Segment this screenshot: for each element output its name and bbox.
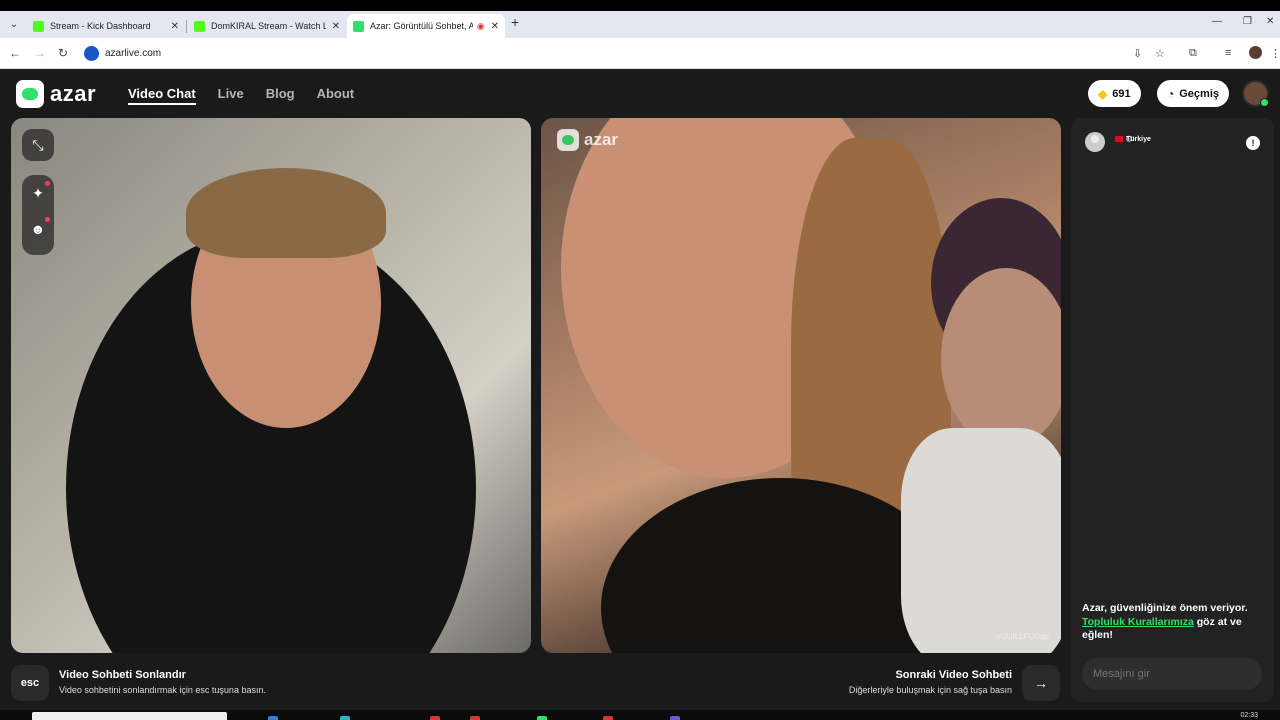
shrink-icon: ⤡ bbox=[32, 136, 44, 153]
sparkle-icon: ✦ bbox=[32, 184, 44, 201]
country-label: Türkiye bbox=[1126, 136, 1151, 143]
tab-search-chevron-icon[interactable]: ⌄ bbox=[5, 16, 23, 34]
remote-video-feed: azar oQUILLFUGgs bbox=[541, 118, 1061, 653]
right-arrow-icon: → bbox=[1034, 675, 1048, 691]
tab-divider bbox=[186, 20, 187, 33]
taskbar-app-icon[interactable] bbox=[470, 716, 480, 720]
online-status-dot bbox=[1260, 98, 1269, 107]
browser-tab-strip: ⌄ Stream - Kick Dashboard ✕ DomKIRAL Str… bbox=[0, 11, 1280, 38]
gem-icon: ◆ bbox=[1098, 86, 1108, 101]
gems-balance-button[interactable]: ◆ 691 bbox=[1088, 80, 1141, 107]
taskbar-clock: 02:33 bbox=[1240, 712, 1258, 719]
partner-avatar[interactable] bbox=[1085, 132, 1105, 152]
tab-title: Azar: Görüntülü Sohbet, Ar bbox=[370, 21, 473, 31]
nav-video-chat[interactable]: Video Chat bbox=[128, 86, 196, 105]
kick-favicon-icon bbox=[33, 20, 44, 32]
taskbar-search-box[interactable] bbox=[32, 712, 227, 720]
chat-panel: ⚙ Türkiye ! Azar, güvenliğinize önem ver… bbox=[1071, 118, 1274, 702]
url-field[interactable]: azarlive.com bbox=[80, 42, 1180, 65]
user-avatar[interactable] bbox=[1242, 80, 1269, 107]
gems-count: 691 bbox=[1112, 87, 1131, 100]
url-text: azarlive.com bbox=[105, 48, 162, 59]
browser-tab-azar[interactable]: Azar: Görüntülü Sohbet, Ar ◉ ✕ bbox=[347, 14, 505, 38]
azar-logo-icon bbox=[16, 80, 44, 108]
second-person-shirt bbox=[901, 428, 1061, 653]
close-tab-icon[interactable]: ✕ bbox=[491, 21, 499, 32]
browser-address-bar: ← → ↻ azarlive.com ⇩ ☆ ⧉ ≡ ⋮ bbox=[0, 38, 1280, 69]
effects-button[interactable]: ✦ bbox=[22, 175, 54, 211]
smiley-icon: ☻ bbox=[30, 221, 46, 237]
browser-menu-icon[interactable]: ⋮ bbox=[1270, 47, 1280, 60]
azar-favicon-icon bbox=[353, 20, 364, 32]
minimize-window-icon[interactable]: — bbox=[1212, 16, 1222, 27]
install-app-icon[interactable]: ⇩ bbox=[1133, 47, 1142, 60]
second-person-face bbox=[941, 268, 1061, 448]
notification-dot bbox=[45, 181, 50, 186]
minimize-video-button[interactable]: ⤡ bbox=[22, 129, 54, 161]
close-tab-icon[interactable]: ✕ bbox=[171, 21, 179, 32]
history-button[interactable]: ◔ Geçmiş bbox=[1157, 80, 1229, 107]
tab-title: Stream - Kick Dashboard bbox=[50, 21, 151, 31]
close-window-icon[interactable]: ✕ bbox=[1266, 16, 1274, 27]
extensions-puzzle-icon[interactable]: ⧉ bbox=[1189, 47, 1197, 60]
end-chat-title: Video Sohbeti Sonlandır bbox=[59, 669, 186, 681]
history-label: Geçmiş bbox=[1179, 87, 1219, 100]
safety-notice: Azar, güvenliğinize önem veriyor. Toplul… bbox=[1082, 602, 1267, 643]
close-tab-icon[interactable]: ✕ bbox=[332, 21, 340, 32]
safety-notice-text: Azar, güvenliğinize önem veriyor. bbox=[1082, 602, 1248, 614]
browser-tab-kick-dashboard[interactable]: Stream - Kick Dashboard ✕ bbox=[27, 14, 185, 38]
forward-arrow-icon[interactable]: → bbox=[34, 46, 46, 60]
browser-tab-domkiral-stream[interactable]: DomKIRAL Stream - Watch Live ✕ bbox=[188, 14, 346, 38]
bookmark-star-icon[interactable]: ☆ bbox=[1155, 47, 1165, 60]
face-filter-button[interactable]: ☻ bbox=[22, 211, 54, 247]
user-silhouette-icon bbox=[1085, 132, 1105, 152]
next-chat-button[interactable]: → bbox=[1022, 665, 1060, 701]
end-chat-subtitle: Video sohbetini sonlandırmak için esc tu… bbox=[59, 685, 266, 695]
azar-watermark: azar bbox=[557, 129, 618, 151]
partner-country: Türkiye bbox=[1115, 136, 1151, 143]
community-guidelines-link[interactable]: Topluluk Kurallarımıza bbox=[1082, 616, 1194, 628]
remote-nickname: oQUILLFUGgs bbox=[996, 632, 1049, 641]
profile-avatar-icon[interactable] bbox=[1249, 46, 1262, 59]
next-chat-subtitle: Diğerleriyle buluşmak için sağ tuşa bası… bbox=[848, 685, 1012, 695]
window-top-edge bbox=[0, 0, 1280, 11]
taskbar-app-icon[interactable] bbox=[670, 716, 680, 720]
taskbar-app-icon[interactable] bbox=[268, 716, 278, 720]
taskbar-app-icon[interactable] bbox=[603, 716, 613, 720]
chat-message-input[interactable] bbox=[1082, 658, 1262, 690]
new-tab-button[interactable]: + bbox=[511, 14, 519, 30]
media-controls-icon[interactable]: ≡ bbox=[1225, 47, 1231, 59]
end-chat-esc-button[interactable]: esc bbox=[11, 665, 49, 701]
next-chat-title: Sonraki Video Sohbeti bbox=[895, 669, 1012, 681]
taskbar-app-icon[interactable] bbox=[537, 716, 547, 720]
logo-text: azar bbox=[50, 81, 97, 106]
site-info-icon[interactable] bbox=[84, 46, 99, 61]
nav-live[interactable]: Live bbox=[218, 86, 244, 105]
local-video-feed: ⤡ ✦ ☻ bbox=[11, 118, 531, 653]
recording-indicator-icon: ◉ bbox=[476, 20, 485, 31]
report-button[interactable]: ! bbox=[1246, 136, 1260, 150]
nav-about[interactable]: About bbox=[317, 86, 355, 105]
restore-window-icon[interactable]: ❐ bbox=[1243, 16, 1252, 27]
watermark-text: azar bbox=[584, 130, 619, 149]
azar-app: azar Video Chat Live Blog About ◆ 691 ◔ … bbox=[0, 69, 1280, 710]
azar-watermark-icon bbox=[557, 129, 579, 151]
main-nav: Video Chat Live Blog About bbox=[128, 86, 354, 105]
azar-logo[interactable]: azar bbox=[16, 80, 96, 108]
esc-key-label: esc bbox=[20, 677, 40, 689]
os-taskbar: 02:33 bbox=[0, 710, 1280, 720]
reload-icon[interactable]: ↻ bbox=[58, 46, 68, 60]
tab-title: DomKIRAL Stream - Watch Live bbox=[211, 21, 326, 31]
kick-favicon-icon bbox=[194, 20, 205, 32]
turkey-flag-icon bbox=[1115, 136, 1123, 143]
effects-control-group: ✦ ☻ bbox=[22, 175, 54, 255]
clock-icon: ◔ bbox=[1167, 86, 1175, 101]
local-person-hair bbox=[186, 168, 386, 258]
back-arrow-icon[interactable]: ← bbox=[9, 46, 21, 60]
taskbar-app-icon[interactable] bbox=[340, 716, 350, 720]
notification-dot bbox=[45, 217, 50, 222]
taskbar-app-icon[interactable] bbox=[430, 716, 440, 720]
nav-blog[interactable]: Blog bbox=[266, 86, 295, 105]
